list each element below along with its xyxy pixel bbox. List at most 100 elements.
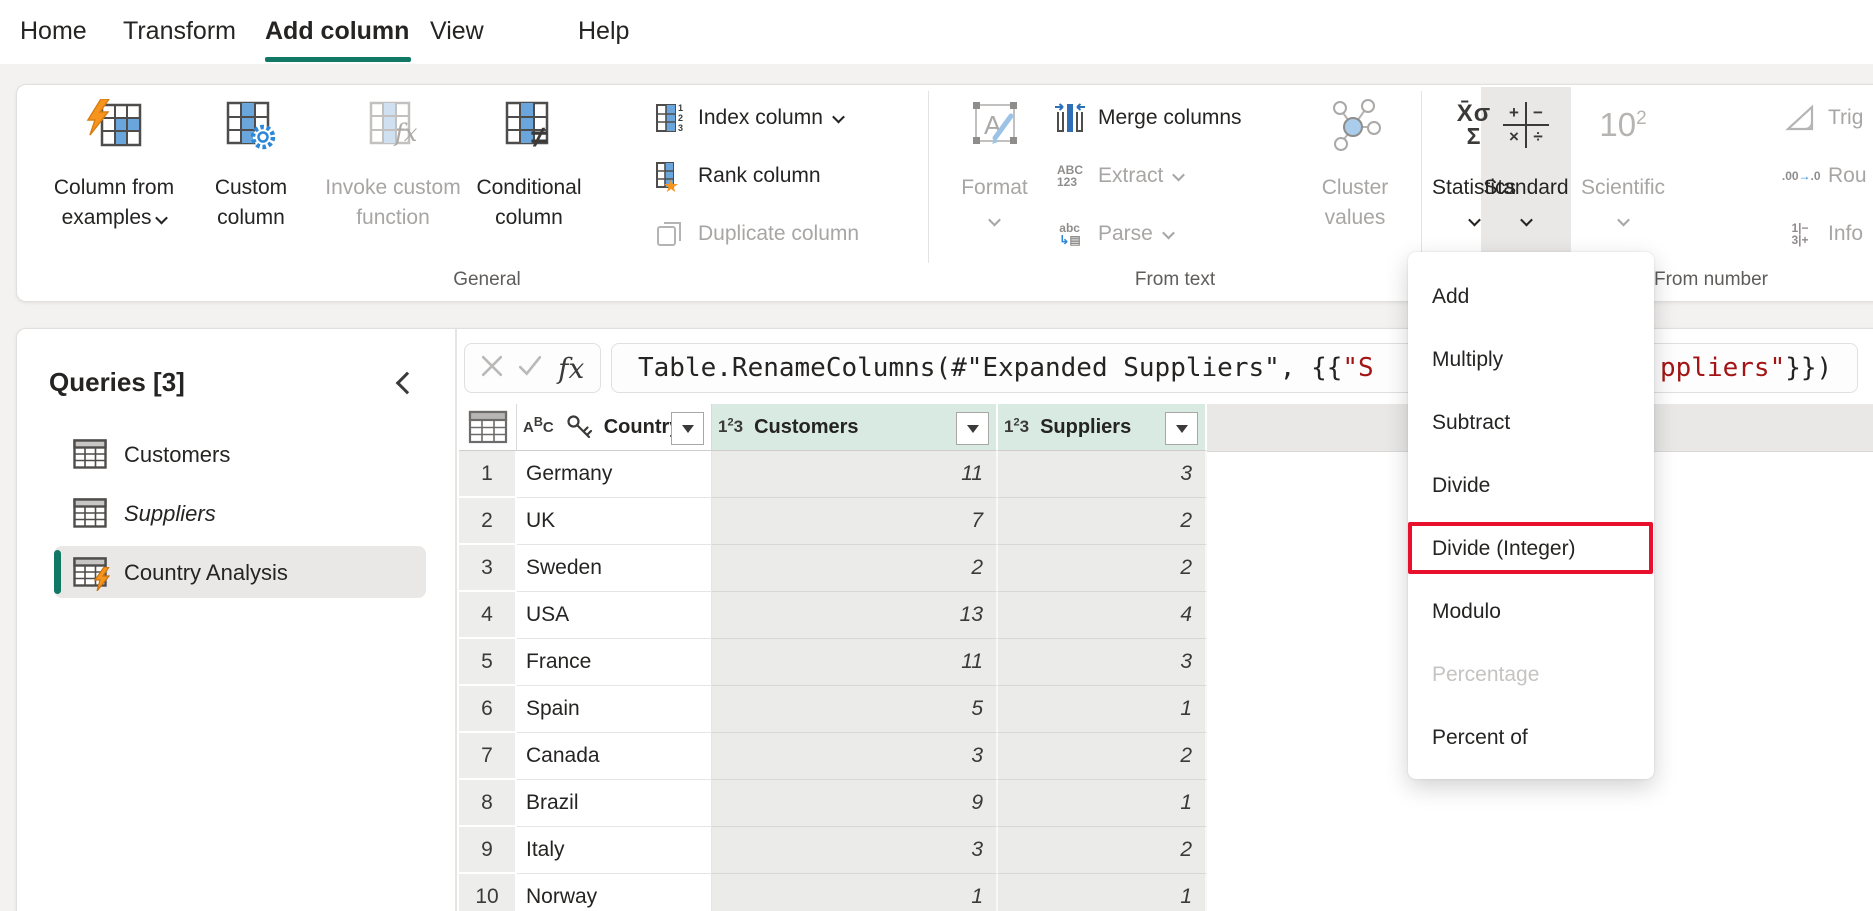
tab-transform[interactable]: Transform — [123, 0, 236, 64]
cell-country[interactable]: USA — [517, 592, 712, 639]
rank-column-icon: ★ — [653, 160, 687, 192]
cell-suppliers[interactable]: 1 — [998, 780, 1207, 827]
cancel-formula-button[interactable] — [481, 355, 503, 382]
menu-item-subtract[interactable]: Subtract — [1408, 391, 1654, 454]
power-query-editor-window: Home Transform Add column View Help Column f… — [0, 0, 1873, 911]
cell-suppliers[interactable]: 3 — [998, 451, 1207, 498]
menu-item-percent-of[interactable]: Percent of — [1408, 706, 1654, 769]
customers-filter-button[interactable] — [956, 412, 989, 445]
cell-customers[interactable]: 1 — [712, 874, 998, 911]
formula-input[interactable]: Table.RenameColumns(#"Expanded Suppliers… — [611, 343, 1858, 393]
filter-arrow-icon — [1176, 425, 1188, 439]
cluster-values-icon — [1305, 93, 1405, 157]
row-number[interactable]: 7 — [459, 733, 517, 780]
cell-country[interactable]: France — [517, 639, 712, 686]
column-header-customers[interactable]: 123 Customers — [712, 404, 998, 451]
cell-customers[interactable]: 7 — [712, 498, 998, 545]
chevron-down-icon — [832, 110, 845, 123]
row-number[interactable]: 3 — [459, 545, 517, 592]
menu-item-modulo[interactable]: Modulo — [1408, 580, 1654, 643]
cell-suppliers[interactable]: 4 — [998, 592, 1207, 639]
column-from-examples-button[interactable]: Column from examples — [39, 85, 189, 301]
column-header-suppliers[interactable]: 123 Suppliers — [998, 404, 1207, 451]
column-from-examples-label: Column from examples — [54, 176, 174, 229]
row-number[interactable]: 6 — [459, 686, 517, 733]
index-column-button[interactable]: 1 2 3 Index column — [653, 99, 843, 137]
menu-item-divide[interactable]: Divide — [1408, 454, 1654, 517]
cell-suppliers[interactable]: 2 — [998, 733, 1207, 780]
custom-column-label: Custom column — [215, 176, 287, 229]
country-filter-button[interactable] — [671, 412, 704, 445]
cell-customers[interactable]: 3 — [712, 733, 998, 780]
collapse-queries-button[interactable] — [399, 375, 415, 396]
row-number[interactable]: 8 — [459, 780, 517, 827]
cell-country[interactable]: Italy — [517, 827, 712, 874]
ribbon-group-divider — [1421, 91, 1422, 263]
suppliers-filter-button[interactable] — [1165, 412, 1198, 445]
menu-item-multiply[interactable]: Multiply — [1408, 328, 1654, 391]
row-number[interactable]: 4 — [459, 592, 517, 639]
cell-customers[interactable]: 11 — [712, 451, 998, 498]
ribbon-group-divider — [928, 91, 929, 263]
standard-dropdown-menu: AddMultiply Subtract DivideDivide (Integer… — [1408, 252, 1654, 779]
panel-divider — [455, 329, 457, 911]
cell-country[interactable]: Germany — [517, 451, 712, 498]
text-type-icon: ABC — [523, 419, 554, 436]
red-highlight-box — [1408, 522, 1653, 574]
cell-customers[interactable]: 9 — [712, 780, 998, 827]
cell-suppliers[interactable]: 2 — [998, 827, 1207, 874]
row-number[interactable]: 9 — [459, 827, 517, 874]
menu-item-divide-integer[interactable]: Divide (Integer) — [1408, 517, 1654, 580]
cell-customers[interactable]: 13 — [712, 592, 998, 639]
cell-customers[interactable]: 3 — [712, 827, 998, 874]
cell-country[interactable]: Spain — [517, 686, 712, 733]
menu-item-label: Modulo — [1432, 600, 1501, 623]
formula-code-left: Table.RenameColumns(#"Expanded Suppliers… — [638, 344, 1374, 392]
query-item-suppliers[interactable]: Suppliers — [17, 490, 455, 542]
select-all-corner-button[interactable] — [459, 404, 517, 451]
cell-suppliers[interactable]: 3 — [998, 639, 1207, 686]
cell-suppliers[interactable]: 1 — [998, 874, 1207, 911]
cell-country[interactable]: Norway — [517, 874, 712, 911]
extract-button: ABC123 Extract — [1053, 157, 1183, 195]
column-header-country[interactable]: ABC Country — [517, 404, 712, 451]
duplicate-column-icon — [653, 219, 687, 249]
information-button: 1|−3|+ Info — [1783, 215, 1863, 253]
cell-suppliers[interactable]: 1 — [998, 686, 1207, 733]
tab-add-column[interactable]: Add column — [265, 0, 409, 64]
tab-help[interactable]: Help — [578, 0, 629, 64]
row-number[interactable]: 2 — [459, 498, 517, 545]
standard-label: Standard — [1483, 176, 1568, 199]
cell-suppliers[interactable]: 2 — [998, 498, 1207, 545]
chevron-down-icon — [1162, 226, 1175, 239]
cell-customers[interactable]: 2 — [712, 545, 998, 592]
cell-suppliers[interactable]: 2 — [998, 545, 1207, 592]
query-item-country-analysis[interactable]: Country Analysis — [17, 549, 455, 601]
menu-item-label: Subtract — [1432, 411, 1510, 434]
cell-country[interactable]: Brazil — [517, 780, 712, 827]
column-name: Suppliers — [1040, 416, 1131, 439]
row-number[interactable]: 10 — [459, 874, 517, 911]
column-name: Customers — [754, 416, 858, 439]
row-number[interactable]: 5 — [459, 639, 517, 686]
query-item-customers[interactable]: Customers — [17, 431, 455, 483]
tab-home[interactable]: Home — [20, 0, 87, 64]
menu-item-add[interactable]: Add — [1408, 265, 1654, 328]
format-button: A Format — [947, 85, 1042, 301]
cell-country[interactable]: UK — [517, 498, 712, 545]
commit-formula-button[interactable] — [518, 355, 542, 382]
tab-view[interactable]: View — [430, 0, 484, 64]
menu-item-label: Percent of — [1432, 726, 1528, 749]
custom-column-button[interactable]: Custom column — [195, 85, 307, 301]
row-number[interactable]: 1 — [459, 451, 517, 498]
cell-country[interactable]: Canada — [517, 733, 712, 780]
merge-columns-button[interactable]: Merge columns — [1053, 99, 1242, 137]
selected-query-accent-bar — [54, 550, 61, 594]
cell-customers[interactable]: 5 — [712, 686, 998, 733]
parse-button: abc↳▤ Parse — [1053, 215, 1173, 253]
svg-text:2: 2 — [678, 113, 683, 123]
rank-column-button[interactable]: ★ Rank column — [653, 157, 821, 195]
cell-customers[interactable]: 11 — [712, 639, 998, 686]
chevron-down-icon — [988, 214, 1001, 227]
cell-country[interactable]: Sweden — [517, 545, 712, 592]
